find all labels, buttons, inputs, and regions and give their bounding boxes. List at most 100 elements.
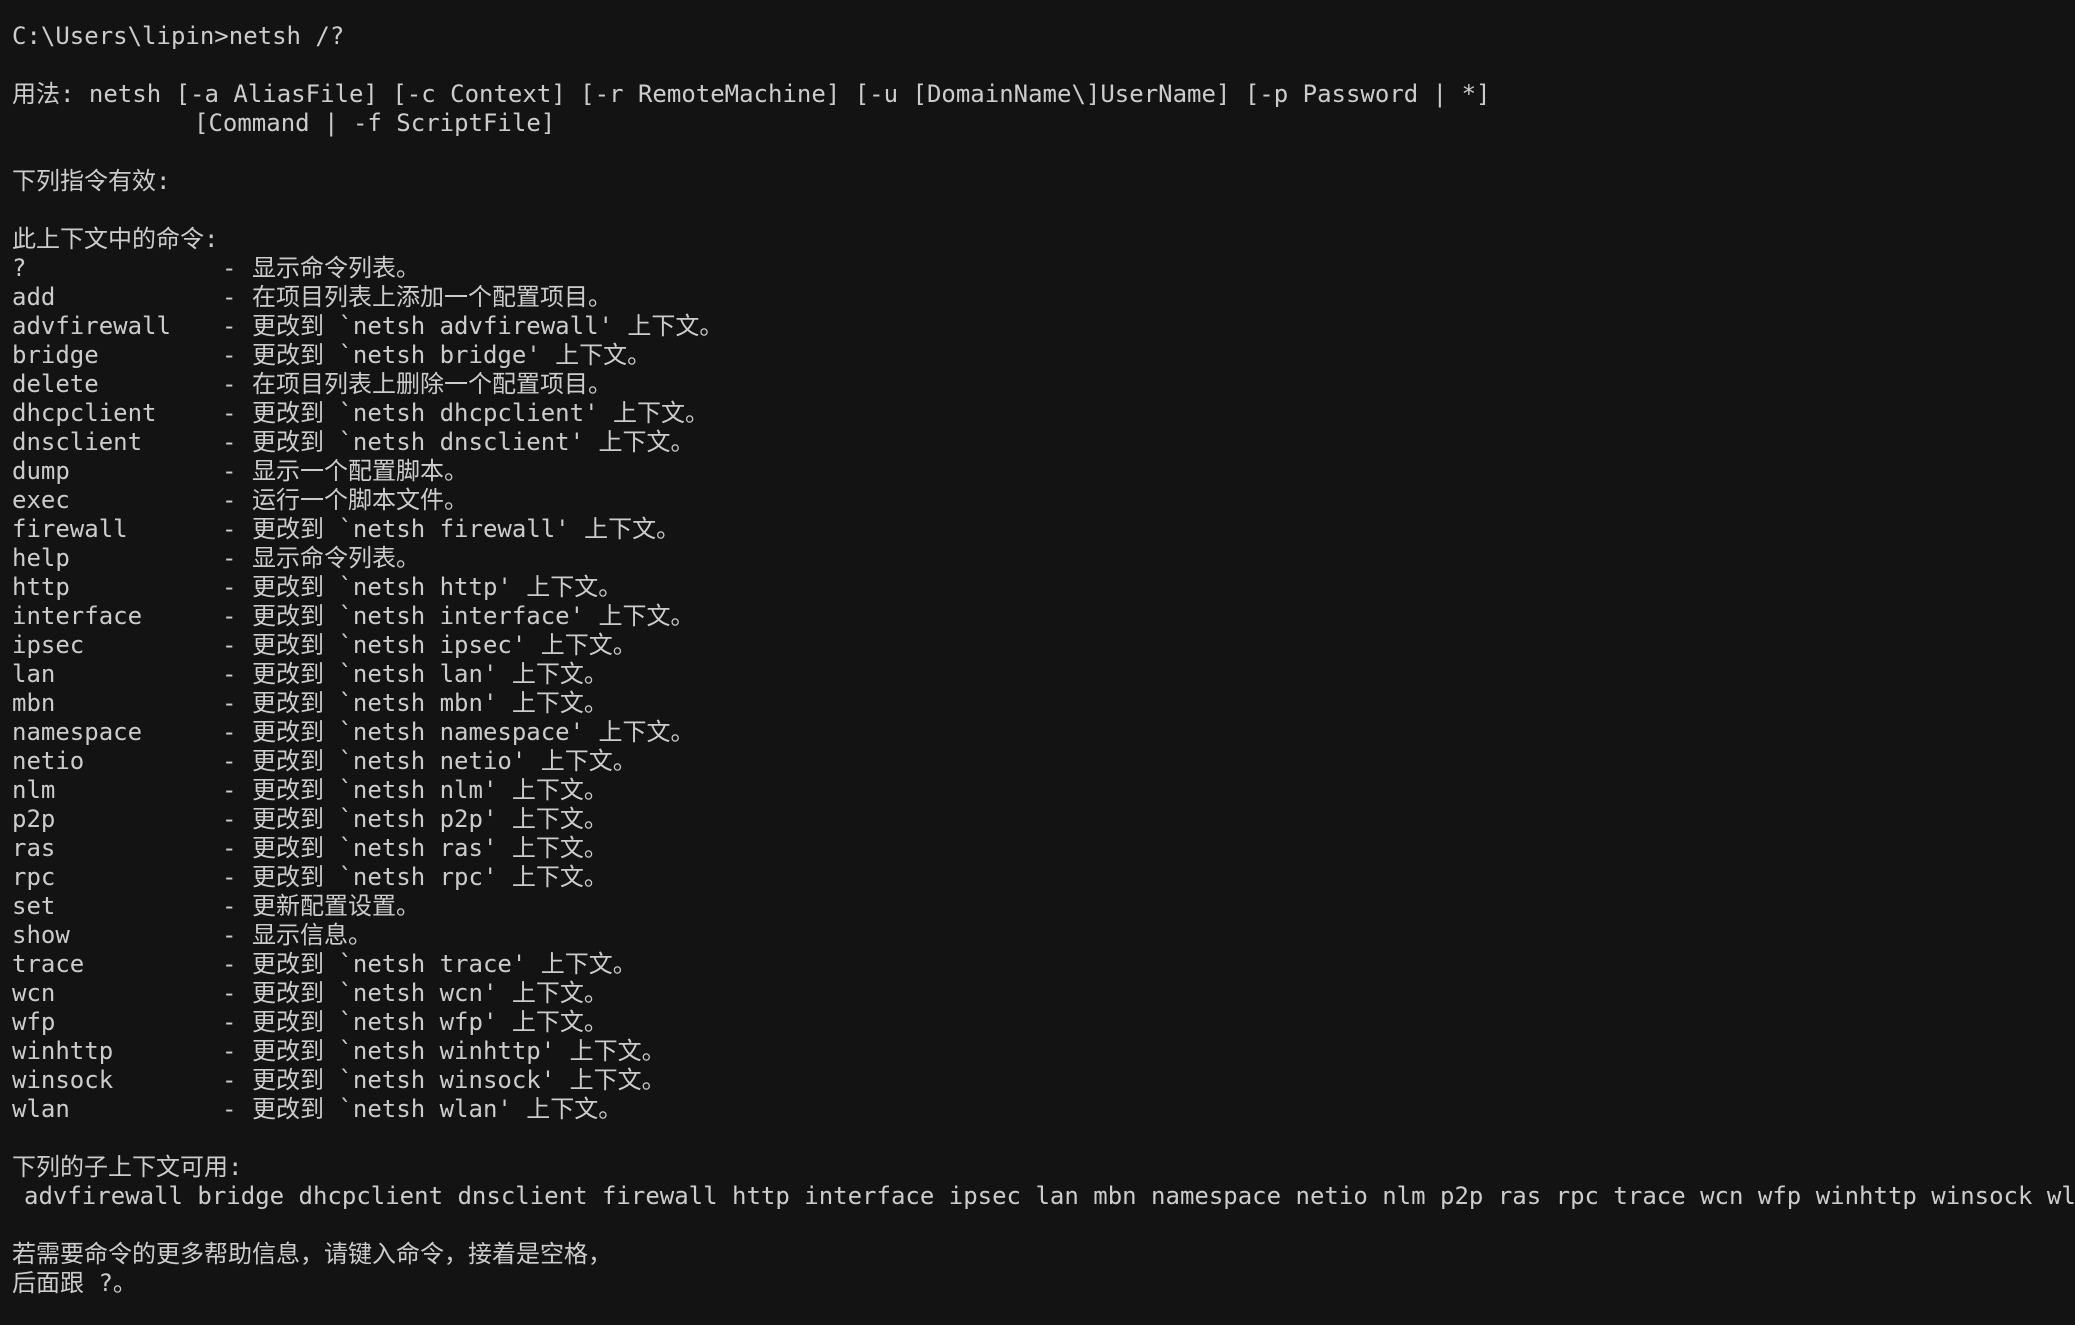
command-name: p2p [12, 805, 56, 833]
command-separator: - [222, 1008, 237, 1036]
command-separator: - [222, 834, 237, 862]
command-row: wcn - 更改到 `netsh wcn' 上下文。 [12, 979, 2075, 1008]
command-description: 更改到 `netsh bridge' 上下文。 [252, 341, 652, 369]
command-row: set - 更新配置设置。 [12, 892, 2075, 921]
command-name: advfirewall [12, 312, 171, 340]
command-name: dhcpclient [12, 399, 157, 427]
context-commands-heading: 此上下文中的命令: [12, 225, 219, 253]
command-prompt-line: C:\Users\lipin>netsh /? [12, 22, 345, 50]
command-row: firewall - 更改到 `netsh firewall' 上下文。 [12, 515, 2075, 544]
command-row: delete - 在项目列表上删除一个配置项目。 [12, 370, 2075, 399]
command-row: wlan - 更改到 `netsh wlan' 上下文。 [12, 1095, 2075, 1124]
command-separator: - [222, 979, 237, 1007]
command-name: ipsec [12, 631, 85, 659]
command-separator: - [222, 457, 237, 485]
command-separator: - [222, 776, 237, 804]
command-row: exec - 运行一个脚本文件。 [12, 486, 2075, 515]
command-row: winsock - 更改到 `netsh winsock' 上下文。 [12, 1066, 2075, 1095]
command-name: ras [12, 834, 56, 862]
command-separator: - [222, 544, 237, 572]
command-name: trace [12, 950, 85, 978]
command-name: http [12, 573, 70, 601]
command-row: help - 显示命令列表。 [12, 544, 2075, 573]
command-name: wcn [12, 979, 56, 1007]
command-separator: - [222, 805, 237, 833]
command-separator: - [222, 370, 237, 398]
command-name: exec [12, 486, 70, 514]
command-row: dump - 显示一个配置脚本。 [12, 457, 2075, 486]
command-row: ipsec - 更改到 `netsh ipsec' 上下文。 [12, 631, 2075, 660]
command-separator: - [222, 892, 237, 920]
command-description: 更改到 `netsh mbn' 上下文。 [252, 689, 608, 717]
command-row: trace - 更改到 `netsh trace' 上下文。 [12, 950, 2075, 979]
command-description: 更改到 `netsh wcn' 上下文。 [252, 979, 608, 1007]
subcontexts-heading: 下列的子上下文可用: [12, 1153, 243, 1181]
command-row: advfirewall - 更改到 `netsh advfirewall' 上下文。 [12, 312, 2075, 341]
command-row: wfp - 更改到 `netsh wfp' 上下文。 [12, 1008, 2075, 1037]
command-name: show [12, 921, 70, 949]
command-separator: - [222, 1037, 237, 1065]
command-description: 更改到 `netsh interface' 上下文。 [252, 602, 695, 630]
command-description: 更改到 `netsh nlm' 上下文。 [252, 776, 608, 804]
command-name: lan [12, 660, 56, 688]
command-row: namespace - 更改到 `netsh namespace' 上下文。 [12, 718, 2075, 747]
command-row: rpc - 更改到 `netsh rpc' 上下文。 [12, 863, 2075, 892]
command-description: 更改到 `netsh rpc' 上下文。 [252, 863, 608, 891]
usage-line-1: 用法: netsh [-a AliasFile] [-c Context] [-… [12, 80, 1491, 108]
command-description: 更改到 `netsh winhttp' 上下文。 [252, 1037, 666, 1065]
command-separator: - [222, 486, 237, 514]
command-description: 更改到 `netsh dnsclient' 上下文。 [252, 428, 695, 456]
command-separator: - [222, 718, 237, 746]
command-description: 在项目列表上删除一个配置项目。 [252, 370, 612, 398]
command-description: 更改到 `netsh p2p' 上下文。 [252, 805, 608, 833]
command-description: 显示命令列表。 [252, 544, 420, 572]
command-row: nlm - 更改到 `netsh nlm' 上下文。 [12, 776, 2075, 805]
help-hint-line-2: 后面跟 ?。 [12, 1269, 137, 1297]
command-name: dump [12, 457, 70, 485]
command-row: mbn - 更改到 `netsh mbn' 上下文。 [12, 689, 2075, 718]
command-description: 更改到 `netsh firewall' 上下文。 [252, 515, 681, 543]
command-row: lan - 更改到 `netsh lan' 上下文。 [12, 660, 2075, 689]
subcontexts-list: advfirewall bridge dhcpclient dnsclient … [24, 1182, 2075, 1210]
help-hint-line-1: 若需要命令的更多帮助信息，请键入命令，接着是空格， [12, 1240, 612, 1268]
command-row: dhcpclient - 更改到 `netsh dhcpclient' 上下文。 [12, 399, 2075, 428]
command-separator: - [222, 747, 237, 775]
command-description: 更改到 `netsh ipsec' 上下文。 [252, 631, 637, 659]
command-separator: - [222, 312, 237, 340]
command-description: 显示信息。 [252, 921, 372, 949]
command-row: dnsclient - 更改到 `netsh dnsclient' 上下文。 [12, 428, 2075, 457]
command-separator: - [222, 863, 237, 891]
command-separator: - [222, 254, 237, 282]
command-description: 更改到 `netsh wfp' 上下文。 [252, 1008, 608, 1036]
command-separator: - [222, 631, 237, 659]
command-row: p2p - 更改到 `netsh p2p' 上下文。 [12, 805, 2075, 834]
command-description: 显示一个配置脚本。 [252, 457, 468, 485]
command-separator: - [222, 573, 237, 601]
command-name: rpc [12, 863, 56, 891]
command-description: 显示命令列表。 [252, 254, 420, 282]
command-row: ras - 更改到 `netsh ras' 上下文。 [12, 834, 2075, 863]
command-name: winsock [12, 1066, 114, 1094]
command-name: winhttp [12, 1037, 114, 1065]
command-separator: - [222, 1066, 237, 1094]
command-separator: - [222, 399, 237, 427]
command-row: interface - 更改到 `netsh interface' 上下文。 [12, 602, 2075, 631]
command-name: mbn [12, 689, 56, 717]
command-separator: - [222, 950, 237, 978]
command-separator: - [222, 602, 237, 630]
command-row: bridge - 更改到 `netsh bridge' 上下文。 [12, 341, 2075, 370]
command-name: wfp [12, 1008, 56, 1036]
command-description: 更改到 `netsh http' 上下文。 [252, 573, 623, 601]
command-row: http - 更改到 `netsh http' 上下文。 [12, 573, 2075, 602]
command-row: netio - 更改到 `netsh netio' 上下文。 [12, 747, 2075, 776]
command-description: 更改到 `netsh lan' 上下文。 [252, 660, 608, 688]
command-separator: - [222, 660, 237, 688]
command-name: wlan [12, 1095, 70, 1123]
command-name: set [12, 892, 56, 920]
command-name: delete [12, 370, 99, 398]
command-separator: - [222, 921, 237, 949]
command-name: nlm [12, 776, 56, 804]
terminal-window[interactable]: C:\Users\lipin>netsh /? 用法: netsh [-a Al… [0, 0, 2075, 1325]
